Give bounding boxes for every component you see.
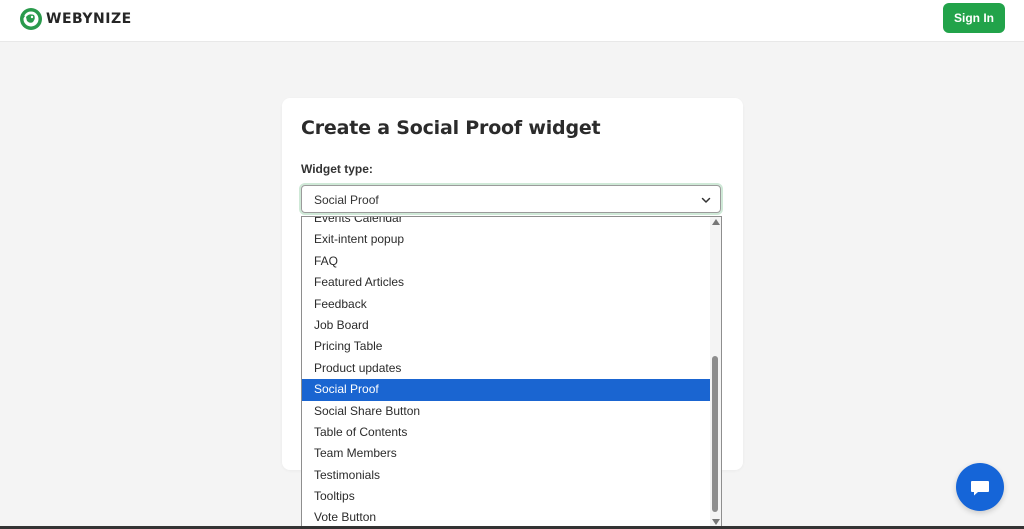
top-header: WEBYNIZE Sign In (0, 0, 1024, 42)
brand-logo[interactable]: WEBYNIZE (19, 6, 132, 32)
dropdown-options: Events Calendar Exit-intent popup FAQ Fe… (302, 217, 711, 529)
brand-name: WEBYNIZE (46, 11, 132, 27)
dropdown-option-feedback[interactable]: Feedback (302, 294, 711, 315)
chat-launcher-button[interactable] (956, 463, 1004, 511)
page-title: Create a Social Proof widget (301, 117, 601, 139)
widget-type-selected-value: Social Proof (314, 193, 379, 207)
widget-type-label: Widget type: (301, 162, 373, 176)
dropdown-option-exit-intent-popup[interactable]: Exit-intent popup (302, 229, 711, 250)
scrollbar-thumb[interactable] (712, 356, 718, 512)
chevron-down-icon (701, 197, 711, 203)
dropdown-option-table-of-contents[interactable]: Table of Contents (302, 422, 711, 443)
dropdown-scrollbar[interactable] (710, 217, 721, 529)
dropdown-option-product-updates[interactable]: Product updates (302, 358, 711, 379)
dropdown-option-team-members[interactable]: Team Members (302, 443, 711, 464)
widget-type-select[interactable]: Social Proof (299, 183, 723, 215)
dropdown-option-pricing-table[interactable]: Pricing Table (302, 336, 711, 357)
dropdown-option-testimonials[interactable]: Testimonials (302, 465, 711, 486)
dropdown-option-featured-articles[interactable]: Featured Articles (302, 272, 711, 293)
dropdown-option-job-board[interactable]: Job Board (302, 315, 711, 336)
scroll-up-arrow-icon[interactable] (712, 219, 720, 225)
chat-bubble-icon (971, 481, 989, 496)
scroll-down-arrow-icon[interactable] (712, 519, 720, 525)
dropdown-option-social-share-button[interactable]: Social Share Button (302, 401, 711, 422)
widget-type-dropdown-list[interactable]: Events Calendar Exit-intent popup FAQ Fe… (301, 216, 722, 529)
webynize-logo-icon (20, 8, 42, 30)
dropdown-option-faq[interactable]: FAQ (302, 251, 711, 272)
dropdown-option-events-calendar[interactable]: Events Calendar (302, 217, 711, 229)
sign-in-button[interactable]: Sign In (943, 3, 1005, 33)
dropdown-option-social-proof[interactable]: Social Proof (302, 379, 711, 401)
dropdown-option-tooltips[interactable]: Tooltips (302, 486, 711, 507)
